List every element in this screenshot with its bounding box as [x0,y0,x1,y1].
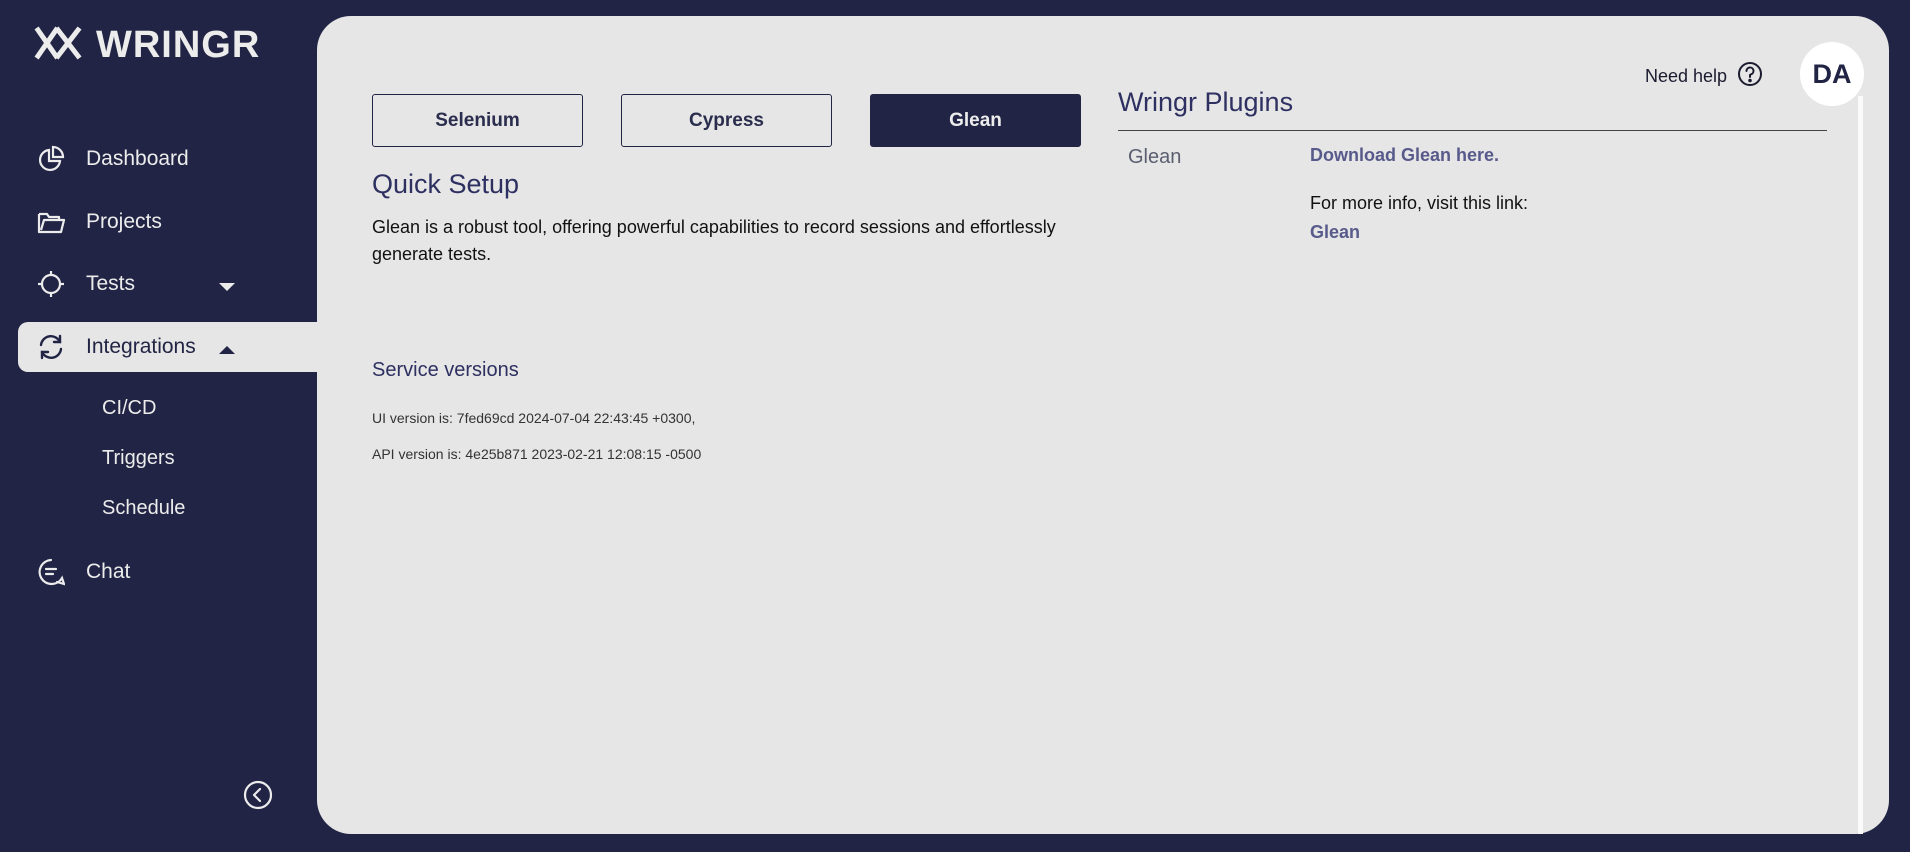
sidebar-item-label: Integrations [86,335,196,358]
sidebar-item-label: Dashboard [86,147,189,170]
chat-icon [36,557,66,587]
question-circle-icon [1737,61,1763,92]
sidebar-item-label: Tests [86,272,136,295]
plugins-title: Wringr Plugins [1118,87,1294,117]
sidebar-item-projects[interactable]: Projects [18,197,318,247]
plugin-info-link[interactable]: Glean [1310,222,1360,243]
sidebar-item-integrations[interactable]: Integrations [18,322,317,372]
logo-mark-icon [34,26,84,65]
sync-icon [36,332,66,362]
chart-pie-icon [36,144,66,174]
folder-icon [36,207,66,237]
sidebar-subitem-cicd[interactable]: CI/CD [102,397,156,420]
sidebar-item-dashboard[interactable]: Dashboard [18,134,318,184]
ui-version: UI version is: 7fed69cd 2024-07-04 22:43… [372,410,696,426]
sidebar-item-tests[interactable]: Tests [18,259,318,309]
plugins-divider [1118,130,1827,131]
sidebar-subitem-triggers[interactable]: Triggers [102,447,175,470]
chevron-up-icon[interactable] [218,338,236,362]
brand-name: WRINGR [96,24,261,66]
plugin-download-link[interactable]: Download Glean here. [1310,145,1499,166]
sidebar: WRINGR Dashboard Projects Tests Integrat… [0,0,317,852]
service-versions-title: Service versions [372,359,519,381]
plugin-info-text: For more info, visit this link: [1310,193,1529,213]
sidebar-subitem-schedule[interactable]: Schedule [102,497,185,520]
help-link[interactable]: Need help [1645,61,1763,92]
api-version: API version is: 4e25b871 2023-02-21 12:0… [372,446,702,462]
quick-setup-description: Glean is a robust tool, offering powerfu… [372,217,1056,264]
quick-setup-title: Quick Setup [372,169,520,199]
tab-cypress[interactable]: Cypress [621,94,832,147]
sidebar-item-label: Chat [86,560,131,583]
plugin-name: Glean [1128,146,1182,168]
crosshair-icon [36,269,66,299]
main-panel: Selenium Cypress Glean Quick Setup Glean… [317,16,1889,834]
scrollbar[interactable] [1858,96,1863,834]
help-label: Need help [1645,66,1728,86]
avatar[interactable]: DA [1800,42,1864,106]
chevron-down-icon[interactable] [218,275,236,299]
brand-logo[interactable]: WRINGR [34,24,260,67]
tab-selenium[interactable]: Selenium [372,94,583,147]
tab-glean[interactable]: Glean [870,94,1081,147]
collapse-sidebar-button[interactable] [243,780,273,810]
sidebar-item-label: Projects [86,210,162,233]
chevron-left-icon [243,780,273,814]
sidebar-item-chat[interactable]: Chat [18,547,318,597]
